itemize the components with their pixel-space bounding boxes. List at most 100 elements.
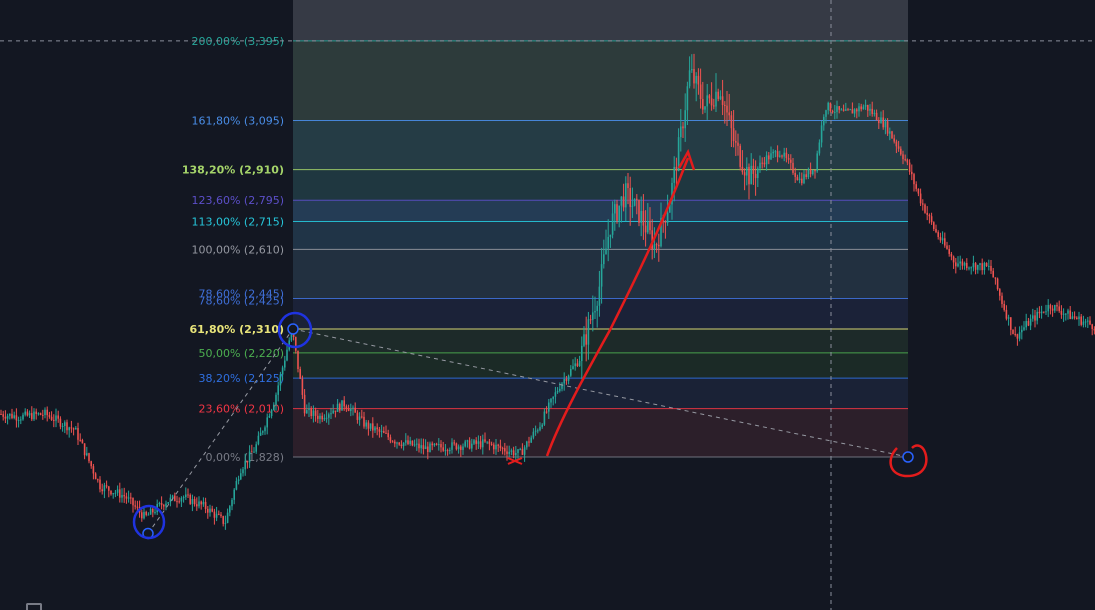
candle-body: [1054, 305, 1056, 311]
candle-body: [490, 443, 493, 445]
candle-body: [57, 415, 59, 419]
candle-body: [508, 451, 510, 454]
candle-body: [919, 193, 922, 204]
candle-body: [618, 205, 620, 221]
candle-body: [303, 394, 306, 414]
candle-body: [116, 489, 119, 493]
candle-body: [974, 263, 977, 270]
price-chart[interactable]: 0,00% (1,828) 23,60% (2,010) 38,20% (2,125…: [0, 0, 1095, 610]
candle-body: [462, 446, 464, 450]
candle-body: [1082, 321, 1085, 325]
candle-body: [334, 410, 337, 412]
candle-body: [849, 109, 851, 111]
candle-body: [4, 416, 7, 419]
candle-body: [385, 432, 387, 434]
candle-body: [592, 312, 594, 320]
candle-body: [257, 435, 260, 445]
candle-body: [583, 334, 585, 346]
candle-body: [717, 91, 719, 99]
candle-body: [39, 413, 42, 415]
candle-body: [1025, 321, 1027, 328]
candle-body: [471, 443, 473, 449]
candle-body: [1029, 318, 1032, 326]
candle-body: [1076, 317, 1078, 320]
candle-body: [875, 112, 878, 121]
annotation-mark-red[interactable]: [507, 457, 523, 465]
candle-body: [215, 513, 218, 518]
candle-body: [706, 95, 708, 107]
candle-body: [559, 388, 561, 391]
scroll-to-realtime-button[interactable]: [26, 603, 42, 610]
candle-body: [226, 512, 229, 523]
candle-body: [895, 141, 898, 147]
candle-body: [871, 108, 873, 114]
candle-body: [59, 418, 62, 427]
candle-body: [286, 349, 288, 361]
candle-body: [787, 158, 790, 160]
candle-body: [167, 502, 169, 504]
candle-body: [913, 174, 915, 185]
candle-body: [306, 410, 308, 414]
candle-body: [983, 262, 986, 271]
candle-body: [823, 116, 825, 126]
candle-body: [809, 168, 812, 175]
candle-body: [578, 360, 581, 367]
candle-body: [411, 440, 414, 446]
candle-body: [165, 503, 167, 507]
candle-body: [957, 263, 959, 267]
candle-body: [134, 505, 136, 507]
candle-body: [28, 413, 31, 416]
candle-body: [814, 169, 816, 172]
candle-body: [552, 396, 554, 399]
candle-body: [86, 453, 88, 456]
candle-body: [160, 503, 163, 506]
candle-body: [103, 485, 106, 492]
candle-body: [633, 198, 636, 206]
candle-body: [101, 489, 103, 492]
candle-body: [796, 176, 799, 181]
candle-body: [376, 427, 378, 430]
candle-body: [383, 431, 385, 433]
candle-body: [539, 426, 541, 431]
candle-body: [658, 244, 660, 247]
candle-body: [622, 196, 625, 208]
candle-body: [378, 429, 381, 432]
candle-body: [427, 446, 429, 453]
candle-body: [233, 489, 235, 500]
candle-body: [955, 262, 957, 267]
fib-anchor-handle-3[interactable]: [902, 451, 914, 463]
candle-body: [26, 411, 29, 416]
candle-body: [446, 450, 449, 452]
candle-body: [519, 449, 521, 451]
fib-level-label: 100,00% (2,610): [191, 243, 284, 256]
candle-body: [501, 448, 504, 450]
candle-body: [400, 444, 403, 447]
candle-body: [314, 410, 317, 416]
candle-body: [1049, 305, 1052, 309]
candle-body: [842, 109, 845, 111]
candle-body: [992, 270, 994, 278]
candle-body: [647, 221, 649, 233]
candle-body: [616, 204, 618, 221]
candle-body: [53, 419, 55, 421]
candle-body: [952, 256, 955, 263]
candle-body: [1069, 310, 1071, 319]
candle-body: [88, 453, 90, 462]
candle-body: [475, 440, 477, 444]
candle-body: [858, 106, 860, 112]
candle-body: [176, 501, 178, 503]
candle-body: [1060, 310, 1063, 315]
candle-body: [774, 151, 777, 153]
candle-body: [768, 155, 770, 160]
candle-body: [224, 522, 227, 524]
candle-body: [402, 442, 405, 447]
candle-body: [453, 442, 455, 444]
candle-body: [231, 499, 233, 507]
candle-body: [321, 415, 323, 420]
candle-body: [1012, 329, 1014, 334]
candle-body: [240, 473, 242, 480]
fib-anchor-handle-2[interactable]: [287, 323, 299, 335]
candle-body: [1018, 332, 1021, 339]
chart-canvas[interactable]: 0,00% (1,828)23,60% (2,010)38,20% (2,125…: [0, 0, 1095, 610]
candle-body: [396, 442, 398, 444]
